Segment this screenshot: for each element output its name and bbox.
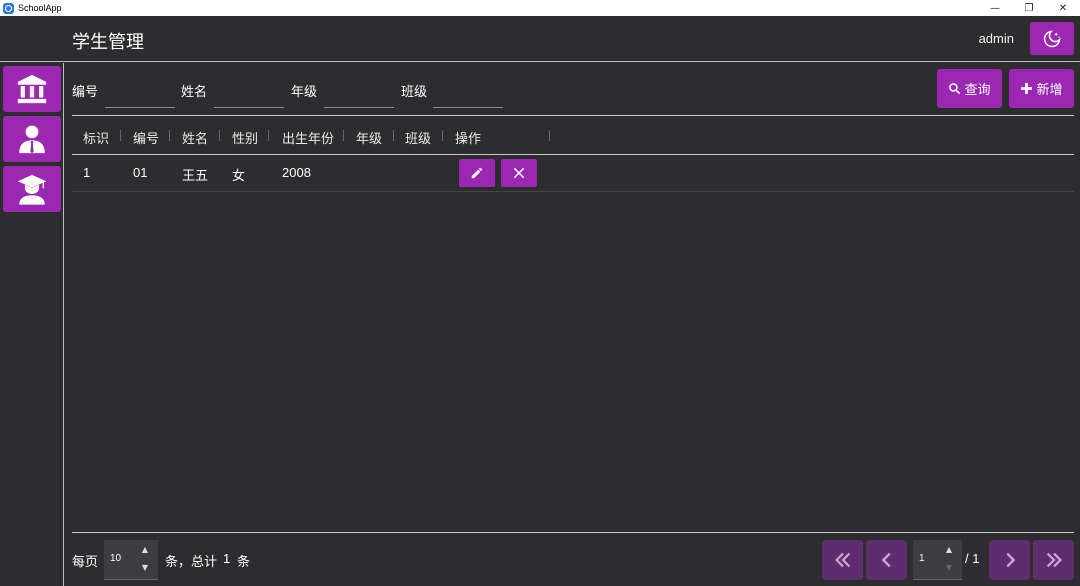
class-search-input[interactable] xyxy=(433,80,503,108)
footer-divider xyxy=(72,532,1074,533)
column-header-grade[interactable]: 年级 xyxy=(356,128,382,147)
sidebar xyxy=(0,63,64,586)
column-separator xyxy=(343,130,344,141)
chevron-left-icon xyxy=(881,552,891,568)
plus-icon xyxy=(1021,83,1033,94)
double-chevron-right-icon xyxy=(1046,552,1062,568)
add-button[interactable]: 新增 xyxy=(1009,69,1074,108)
query-button[interactable]: 查询 xyxy=(937,69,1002,108)
close-window-button[interactable]: ✕ xyxy=(1046,0,1080,16)
current-page-value: 1 xyxy=(919,553,925,564)
column-separator xyxy=(442,130,443,141)
per-page-label: 每页 xyxy=(72,555,99,570)
cell-gender: 女 xyxy=(232,169,246,184)
column-separator xyxy=(549,130,550,141)
total-pages: / 1 xyxy=(965,551,980,566)
double-chevron-left-icon xyxy=(834,552,850,568)
sidebar-item-teacher[interactable] xyxy=(3,116,61,162)
code-search-input[interactable] xyxy=(105,80,175,108)
close-icon xyxy=(513,167,525,179)
column-header-name[interactable]: 姓名 xyxy=(182,128,208,147)
cell-code: 01 xyxy=(133,165,148,180)
page-title: 学生管理 xyxy=(72,32,144,53)
last-page-button[interactable] xyxy=(1033,540,1074,580)
app-header: 学生管理 admin xyxy=(0,16,1080,62)
total-suffix-label: 条 xyxy=(237,555,251,570)
search-divider xyxy=(72,115,1074,116)
user-name: admin xyxy=(978,31,1014,46)
previous-page-button[interactable] xyxy=(866,540,907,580)
column-separator xyxy=(219,130,220,141)
current-page-stepper[interactable]: 1 ▲ ▼ xyxy=(913,540,962,580)
query-button-label: 查询 xyxy=(964,83,991,98)
search-icon xyxy=(949,83,961,95)
window-controls: — ❐ ✕ xyxy=(978,0,1080,16)
institution-icon xyxy=(17,74,47,104)
sidebar-item-institution[interactable] xyxy=(3,66,61,112)
chevron-up-icon[interactable]: ▲ xyxy=(946,545,952,554)
code-label: 编号 xyxy=(72,85,99,100)
column-header-actions: 操作 xyxy=(455,132,482,147)
column-header-code[interactable]: 编号 xyxy=(133,128,159,147)
grade-label: 年级 xyxy=(291,85,318,100)
chevron-down-icon[interactable]: ▼ xyxy=(946,563,952,572)
cell-id: 1 xyxy=(83,165,91,180)
chevron-right-icon xyxy=(1005,552,1015,568)
next-page-button[interactable] xyxy=(989,540,1030,580)
table-header-divider xyxy=(72,154,1074,155)
minimize-button[interactable]: — xyxy=(978,0,1012,16)
total-prefix-label: 条，总计 xyxy=(165,555,218,570)
column-header-id[interactable]: 标识 xyxy=(83,128,109,147)
class-label: 班级 xyxy=(401,85,428,100)
teacher-icon xyxy=(19,125,45,154)
page-size-stepper[interactable]: 10 ▲ ▼ xyxy=(104,540,158,580)
cell-name: 王五 xyxy=(182,169,209,184)
first-page-button[interactable] xyxy=(822,540,863,580)
column-separator xyxy=(120,130,121,141)
sidebar-item-student[interactable] xyxy=(3,166,61,212)
column-separator xyxy=(393,130,394,141)
row-divider xyxy=(72,191,1074,192)
window-titlebar: SchoolApp — ❐ ✕ xyxy=(0,0,1080,16)
restore-button[interactable]: ❐ xyxy=(1012,0,1046,16)
delete-button[interactable] xyxy=(501,159,537,187)
name-label: 姓名 xyxy=(181,85,208,100)
window-title: SchoolApp xyxy=(18,3,62,13)
edit-button[interactable] xyxy=(459,159,495,187)
name-search-input[interactable] xyxy=(214,80,284,108)
column-header-birth-year[interactable]: 出生年份 xyxy=(282,128,334,147)
page-size-value: 10 xyxy=(110,553,122,564)
moon-stars-icon xyxy=(1043,29,1061,47)
column-separator xyxy=(268,130,269,141)
app-logo-icon xyxy=(3,2,14,14)
column-header-class[interactable]: 班级 xyxy=(405,128,431,147)
column-separator xyxy=(169,130,170,141)
chevron-down-icon[interactable]: ▼ xyxy=(142,563,148,572)
pencil-icon xyxy=(471,167,483,179)
grade-search-input[interactable] xyxy=(324,80,394,108)
total-count: 1 xyxy=(223,551,231,566)
add-button-label: 新增 xyxy=(1036,83,1063,98)
chevron-up-icon[interactable]: ▲ xyxy=(142,545,148,554)
graduate-icon xyxy=(17,174,47,205)
theme-toggle-button[interactable] xyxy=(1030,22,1074,55)
column-header-gender[interactable]: 性别 xyxy=(232,128,258,147)
cell-birth-year: 2008 xyxy=(282,165,311,180)
